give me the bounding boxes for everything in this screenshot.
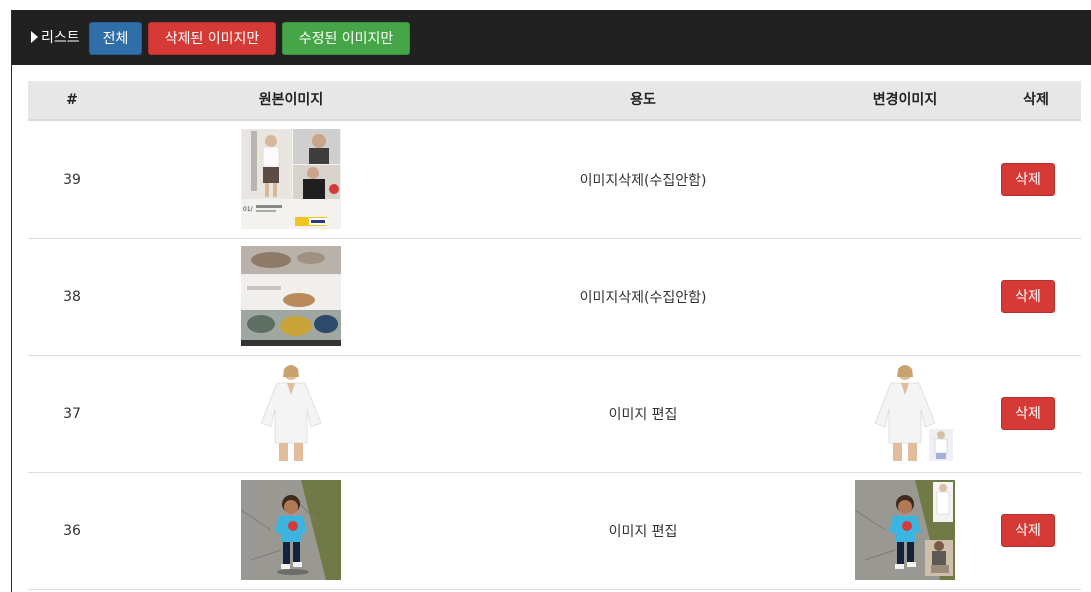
filter-all-button[interactable]: 전체 [89, 22, 142, 55]
usage-text: 이미지삭제(수집안함) [579, 289, 707, 306]
changed-image-thumbnail[interactable] [855, 480, 955, 580]
delete-button[interactable]: 삭제 [1001, 280, 1055, 313]
table-row: 38 이미지삭제(수집안함) 삭제 [28, 238, 1081, 356]
original-image-thumbnail[interactable]: 01/ [241, 129, 341, 229]
table-row: 36 이미지 편집 삭제 [28, 472, 1081, 590]
list-title: 리스트 [31, 27, 80, 47]
col-delete: 삭제 [1023, 92, 1049, 108]
table-header: # 원본이미지 용도 변경이미지 삭제 [28, 81, 1081, 121]
usage-text: 이미지 편집 [608, 523, 678, 540]
panel-header: 리스트 전체 삭제된 이미지만 수정된 이미지만 [12, 10, 1091, 65]
fashion-collage-image: 01/ [241, 129, 341, 229]
row-number: 37 [63, 405, 81, 422]
table-row: 39 01/ 이미지삭제(수집안함) 삭제 [28, 121, 1081, 239]
list-panel: 리스트 전체 삭제된 이미지만 수정된 이미지만 # 원본이미지 용도 변경이미… [11, 10, 1091, 592]
row-number: 39 [63, 171, 81, 188]
table-row: 37 이미지 편집 삭제 [28, 355, 1081, 473]
delete-button[interactable]: 삭제 [1001, 397, 1055, 430]
usage-text: 이미지 편집 [608, 406, 678, 423]
col-usage: 용도 [630, 92, 656, 108]
delete-button[interactable]: 삭제 [1001, 163, 1055, 196]
filter-edited-button[interactable]: 수정된 이미지만 [282, 22, 410, 55]
delete-button[interactable]: 삭제 [1001, 514, 1055, 547]
changed-image-thumbnail[interactable] [855, 363, 955, 463]
original-image-thumbnail[interactable] [241, 363, 341, 463]
original-image-thumbnail[interactable] [241, 480, 341, 580]
blurred-banner-image [241, 246, 341, 346]
list-title-label: 리스트 [41, 30, 80, 46]
col-original-image: 원본이미지 [258, 92, 324, 108]
usage-text: 이미지삭제(수집안함) [579, 172, 707, 189]
woman-white-blouse-edited-image [855, 363, 955, 463]
col-changed-image: 변경이미지 [872, 92, 938, 108]
child-walking-image [241, 480, 341, 580]
filter-deleted-button[interactable]: 삭제된 이미지만 [148, 22, 276, 55]
child-walking-edited-image [855, 480, 955, 580]
original-image-thumbnail[interactable] [241, 246, 341, 346]
col-number: # [66, 92, 78, 108]
triangle-right-icon [31, 31, 38, 43]
row-number: 38 [63, 288, 81, 305]
row-number: 36 [63, 522, 81, 539]
svg-text:01/: 01/ [243, 206, 254, 213]
woman-white-blouse-image [241, 363, 341, 463]
